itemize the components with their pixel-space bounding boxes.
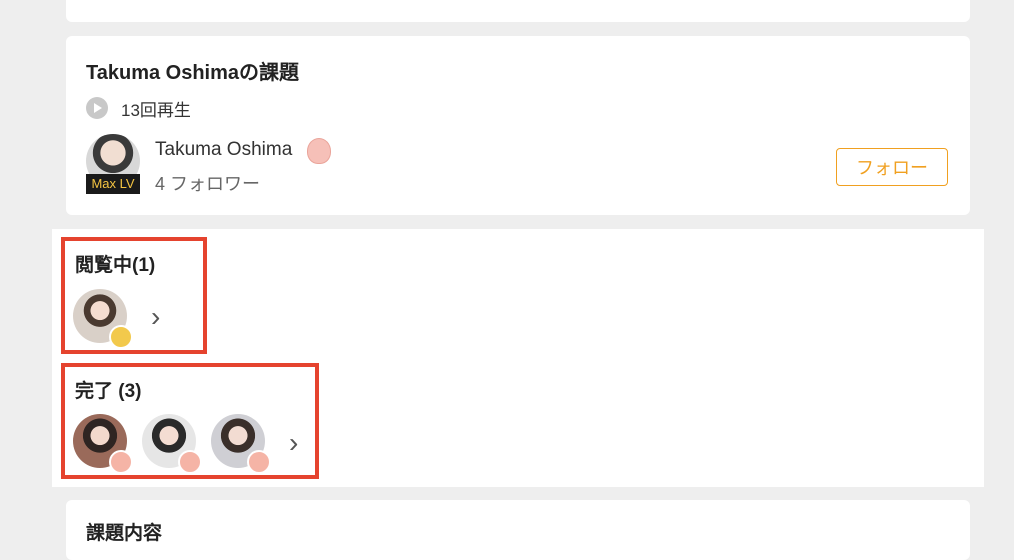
rank-badge-icon [307, 138, 331, 164]
play-count-text: 13回再生 [121, 100, 191, 120]
level-badge: Max LV [86, 174, 140, 194]
top-card [66, 0, 970, 22]
completed-badge-icon [247, 450, 271, 474]
viewer-badge-icon [109, 325, 133, 349]
follow-button[interactable]: フォロー [836, 148, 948, 186]
follower-count: 4 フォロワー [155, 174, 261, 194]
content-title: 課題内容 [86, 523, 163, 544]
chevron-right-icon[interactable]: › [151, 303, 160, 331]
play-icon [86, 97, 108, 119]
content-card: 課題内容 [66, 500, 970, 560]
assignment-title: Takuma Oshimaの課題 [86, 62, 300, 84]
completed-title: 完了 (3) [75, 381, 142, 402]
assignment-card: Takuma Oshimaの課題 13回再生 Max LV Takuma Osh… [66, 36, 970, 215]
completed-badge-icon [178, 450, 202, 474]
viewing-section: 閲覧中(1) › [61, 237, 207, 354]
viewers-panel: 閲覧中(1) › 完了 (3) › [52, 229, 984, 487]
viewing-title: 閲覧中(1) [75, 255, 156, 276]
completed-badge-icon [109, 450, 133, 474]
author-avatar[interactable]: Max LV [86, 134, 140, 194]
completed-section: 完了 (3) › [61, 363, 319, 479]
author-name[interactable]: Takuma Oshima [155, 139, 292, 161]
play-count: 13回再生 [86, 96, 191, 120]
chevron-right-icon[interactable]: › [289, 429, 298, 457]
